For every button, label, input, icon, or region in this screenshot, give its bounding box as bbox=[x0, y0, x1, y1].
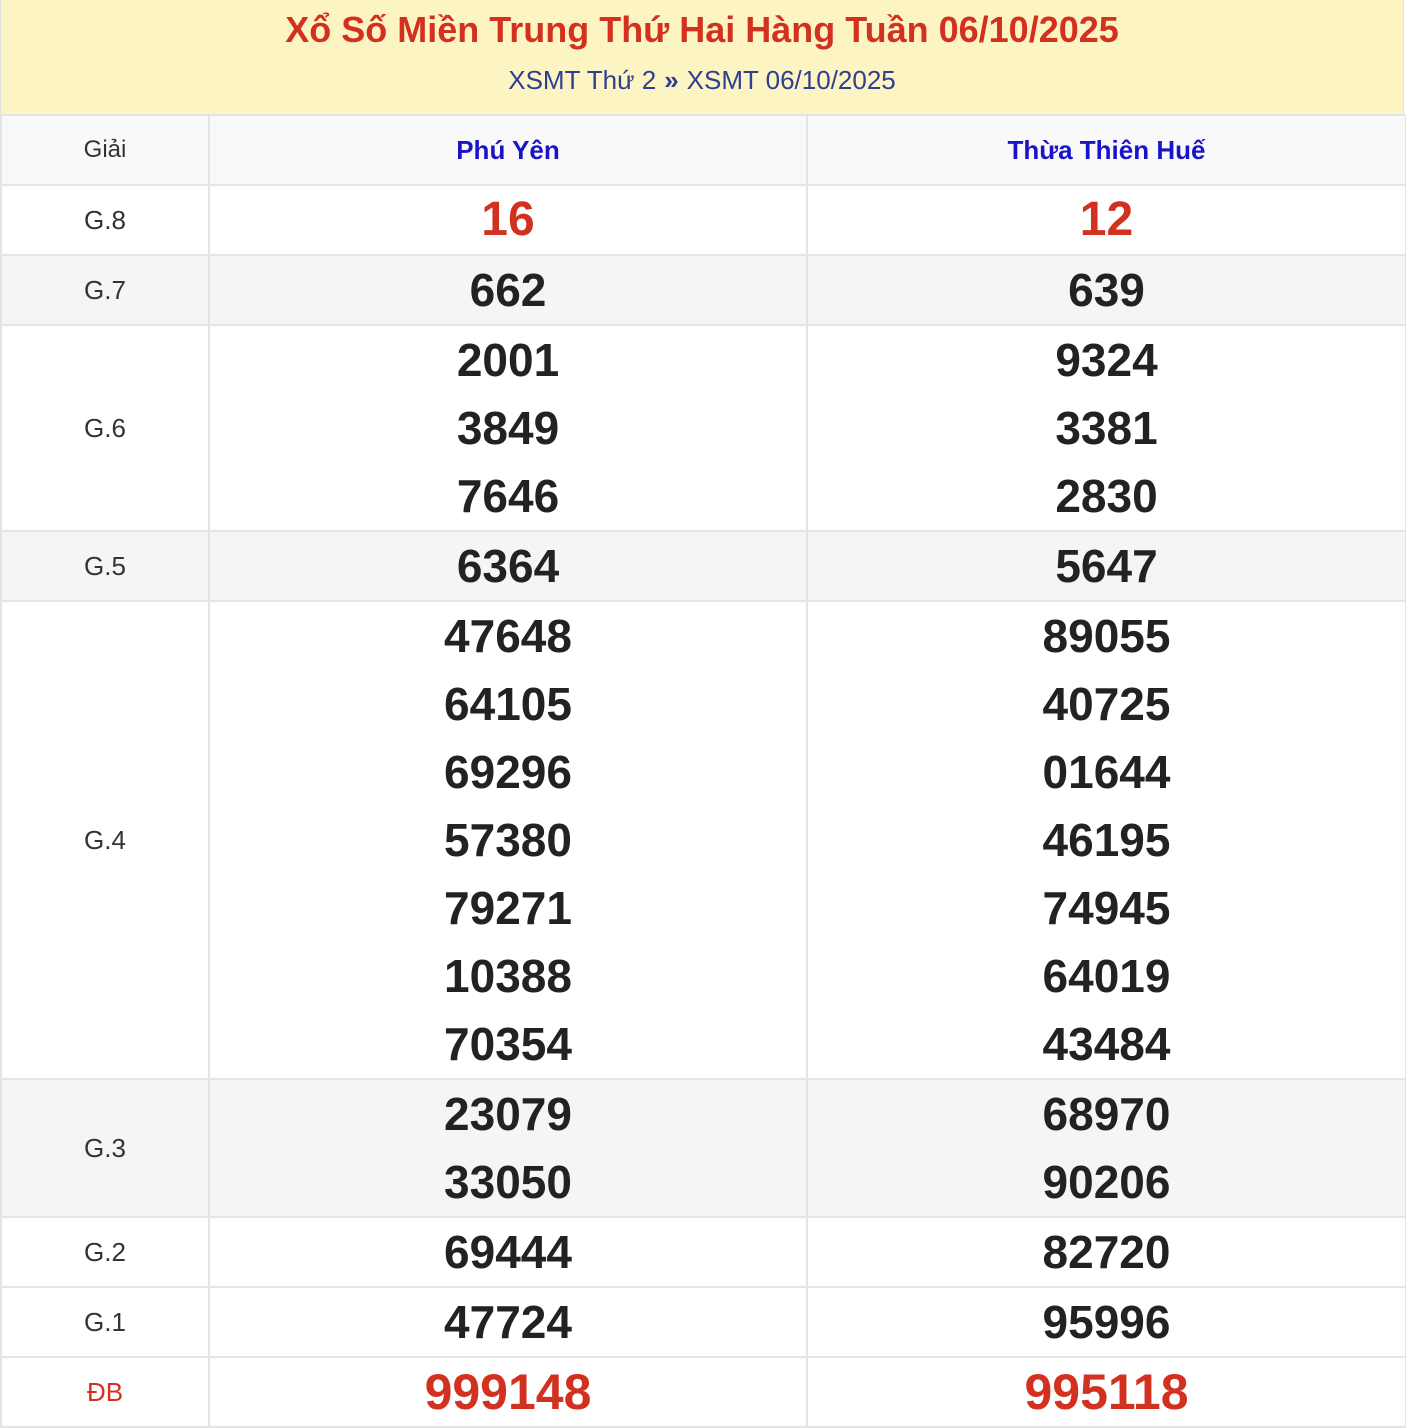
prize-cell-province-1: 999148 bbox=[208, 1356, 808, 1428]
prize-row-g7: G.7 662 639 bbox=[0, 254, 1406, 326]
prize-number: 74945 bbox=[1042, 882, 1171, 934]
results-table: Giải Phú Yên Thừa Thiên Huế G.8 16 12 G.7 66… bbox=[0, 114, 1406, 1428]
prize-label: ĐB bbox=[0, 1356, 210, 1428]
prize-cell-province-1: 47648 64105 69296 57380 79271 10388 70354 bbox=[208, 600, 808, 1080]
breadcrumb: XSMT Thứ 2 » XSMT 06/10/2025 bbox=[1, 62, 1403, 98]
prize-number: 3849 bbox=[456, 402, 560, 454]
prize-rows: G.8 16 12 G.7 662 639 G.6 2001 3849 7646 9324 3381 2… bbox=[0, 184, 1406, 1428]
prize-label: G.6 bbox=[0, 324, 210, 532]
prize-cell-province-2: 68970 90206 bbox=[806, 1078, 1406, 1218]
prize-number: 46195 bbox=[1042, 814, 1171, 866]
prize-cell-province-2: 95996 bbox=[806, 1286, 1406, 1358]
page-title: Xổ Số Miền Trung Thứ Hai Hàng Tuần 06/10… bbox=[285, 9, 1119, 50]
breadcrumb-link-date[interactable]: XSMT 06/10/2025 bbox=[687, 65, 896, 95]
prize-row-g3: G.3 23079 33050 68970 90206 bbox=[0, 1078, 1406, 1218]
prize-number: 90206 bbox=[1042, 1156, 1171, 1208]
prize-number: 33050 bbox=[444, 1156, 572, 1208]
prize-number: 70354 bbox=[444, 1018, 572, 1070]
prize-number: 5647 bbox=[1055, 540, 1158, 592]
prize-cell-province-2: 995118 bbox=[806, 1356, 1406, 1428]
prize-number: 16 bbox=[481, 193, 535, 246]
prize-number: 23079 bbox=[444, 1088, 572, 1140]
prize-cell-province-2: 89055 40725 01644 46195 74945 64019 43484 bbox=[806, 600, 1406, 1080]
prize-row-g4: G.4 47648 64105 69296 57380 79271 10388 70354 89… bbox=[0, 600, 1406, 1080]
prize-cell-province-2: 5647 bbox=[806, 530, 1406, 602]
prize-number: 01644 bbox=[1042, 746, 1171, 798]
prize-cell-province-1: 6364 bbox=[208, 530, 808, 602]
prize-number: 2001 bbox=[456, 334, 560, 386]
prize-cell-province-2: 82720 bbox=[806, 1216, 1406, 1288]
prize-number: 95996 bbox=[1042, 1296, 1171, 1348]
prize-cell-province-2: 12 bbox=[806, 184, 1406, 256]
page-header: Xổ Số Miền Trung Thứ Hai Hàng Tuần 06/10… bbox=[0, 0, 1404, 114]
prize-label: G.1 bbox=[0, 1286, 210, 1358]
prize-label: G.3 bbox=[0, 1078, 210, 1218]
column-header-province-2[interactable]: Thừa Thiên Huế bbox=[806, 114, 1406, 186]
column-header-prize: Giải bbox=[0, 114, 210, 186]
prize-row-g2: G.2 69444 82720 bbox=[0, 1216, 1406, 1288]
prize-number: 68970 bbox=[1042, 1088, 1171, 1140]
prize-cell-province-2: 639 bbox=[806, 254, 1406, 326]
prize-label: G.7 bbox=[0, 254, 210, 326]
prize-number: 64019 bbox=[1042, 950, 1171, 1002]
prize-number: 43484 bbox=[1042, 1018, 1171, 1070]
prize-number: 47724 bbox=[444, 1296, 572, 1348]
prize-number: 9324 bbox=[1055, 334, 1158, 386]
prize-number: 57380 bbox=[444, 814, 572, 866]
prize-cell-province-1: 16 bbox=[208, 184, 808, 256]
prize-cell-province-1: 2001 3849 7646 bbox=[208, 324, 808, 532]
prize-cell-province-1: 662 bbox=[208, 254, 808, 326]
prize-number: 69296 bbox=[444, 746, 572, 798]
prize-number: 12 bbox=[1079, 193, 1134, 246]
prize-row-g5: G.5 6364 5647 bbox=[0, 530, 1406, 602]
prize-label: G.2 bbox=[0, 1216, 210, 1288]
prize-label: G.5 bbox=[0, 530, 210, 602]
prize-number: 40725 bbox=[1042, 678, 1171, 730]
prize-number: 82720 bbox=[1042, 1226, 1171, 1278]
prize-label: G.8 bbox=[0, 184, 210, 256]
prize-number: 10388 bbox=[444, 950, 572, 1002]
prize-number: 7646 bbox=[456, 470, 560, 522]
prize-number: 89055 bbox=[1042, 610, 1171, 662]
prize-cell-province-1: 69444 bbox=[208, 1216, 808, 1288]
breadcrumb-link-weekday[interactable]: XSMT Thứ 2 bbox=[508, 65, 656, 95]
prize-number: 64105 bbox=[444, 678, 572, 730]
prize-label: G.4 bbox=[0, 600, 210, 1080]
column-header-province-1[interactable]: Phú Yên bbox=[208, 114, 808, 186]
prize-row-g8: G.8 16 12 bbox=[0, 184, 1406, 256]
table-header-row: Giải Phú Yên Thừa Thiên Huế bbox=[0, 114, 1406, 186]
prize-number: 3381 bbox=[1055, 402, 1158, 454]
prize-cell-province-1: 47724 bbox=[208, 1286, 808, 1358]
prize-number: 999148 bbox=[424, 1364, 592, 1420]
prize-cell-province-2: 9324 3381 2830 bbox=[806, 324, 1406, 532]
prize-number: 79271 bbox=[444, 882, 572, 934]
prize-row-g6: G.6 2001 3849 7646 9324 3381 2830 bbox=[0, 324, 1406, 532]
prize-cell-province-1: 23079 33050 bbox=[208, 1078, 808, 1218]
prize-number: 69444 bbox=[444, 1226, 572, 1278]
prize-number: 6364 bbox=[456, 540, 560, 592]
prize-number: 2830 bbox=[1055, 470, 1158, 522]
prize-number: 662 bbox=[469, 264, 547, 316]
prize-row-g1: G.1 47724 95996 bbox=[0, 1286, 1406, 1358]
breadcrumb-separator: » bbox=[664, 65, 679, 95]
prize-row-db: ĐB 999148 995118 bbox=[0, 1356, 1406, 1428]
prize-number: 47648 bbox=[444, 610, 572, 662]
prize-number: 639 bbox=[1068, 264, 1145, 316]
prize-number: 995118 bbox=[1024, 1364, 1189, 1420]
